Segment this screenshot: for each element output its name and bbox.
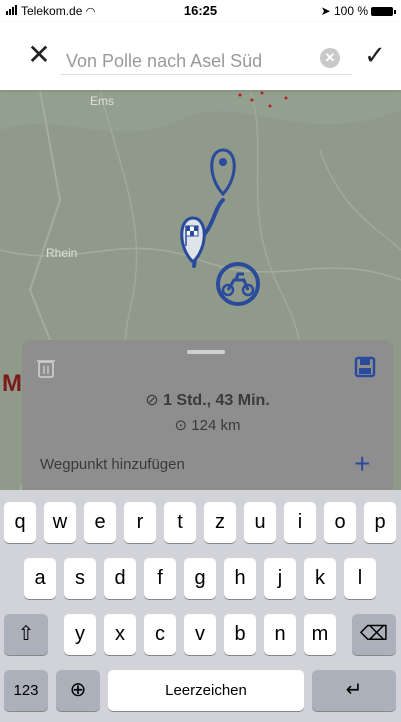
- key-x[interactable]: x: [104, 614, 136, 655]
- key-r[interactable]: r: [124, 502, 156, 543]
- key-d[interactable]: d: [104, 558, 136, 599]
- key-t[interactable]: t: [164, 502, 196, 543]
- backspace-key-icon[interactable]: ⌫: [352, 614, 396, 655]
- globe-key-icon[interactable]: ⊕: [56, 670, 100, 711]
- numbers-key[interactable]: 123: [4, 670, 48, 711]
- save-icon[interactable]: [354, 356, 376, 378]
- key-o[interactable]: o: [324, 502, 356, 543]
- clear-input-icon[interactable]: ✕: [320, 48, 340, 68]
- key-q[interactable]: q: [4, 502, 36, 543]
- key-s[interactable]: s: [64, 558, 96, 599]
- map-label-ems: Ems: [90, 94, 114, 108]
- key-p[interactable]: p: [364, 502, 396, 543]
- key-m[interactable]: m: [304, 614, 336, 655]
- battery-percent: 100 %: [333, 4, 368, 18]
- key-l[interactable]: l: [344, 558, 376, 599]
- clock-icon: ⊘: [145, 392, 159, 409]
- key-b[interactable]: b: [224, 614, 256, 655]
- route-duration: ⊘ 1 Std., 43 Min.: [22, 390, 393, 410]
- location-arrow-icon: ➤: [320, 4, 331, 18]
- key-w[interactable]: w: [44, 502, 76, 543]
- route-name-input[interactable]: [66, 48, 326, 74]
- key-g[interactable]: g: [184, 558, 216, 599]
- add-waypoint-label[interactable]: Wegpunkt hinzufügen: [40, 456, 185, 473]
- key-f[interactable]: f: [144, 558, 176, 599]
- distance-text: 124 km: [191, 417, 241, 434]
- battery-icon: [371, 7, 396, 17]
- onscreen-keyboard: q w e r t z u i o p a s d f g h j k l ⇧ …: [0, 490, 401, 722]
- trash-icon[interactable]: [36, 357, 56, 379]
- status-bar: Telekom.de ◠ 16:25 ➤ 100 %: [0, 0, 401, 22]
- key-v[interactable]: v: [184, 614, 216, 655]
- key-a[interactable]: a: [24, 558, 56, 599]
- input-underline: [60, 74, 352, 75]
- key-y[interactable]: y: [64, 614, 96, 655]
- return-key-icon[interactable]: ↵: [312, 670, 396, 711]
- key-c[interactable]: c: [144, 614, 176, 655]
- map-label-rhein: Rhein: [46, 246, 78, 260]
- location-pin-icon: ⊙: [174, 417, 188, 434]
- map-edge-marker: M: [2, 370, 22, 397]
- key-u[interactable]: u: [244, 502, 276, 543]
- title-bar: ✕ ✕ ✓: [0, 22, 401, 90]
- key-z[interactable]: z: [204, 502, 236, 543]
- add-waypoint-plus-icon[interactable]: +: [354, 448, 370, 480]
- key-j[interactable]: j: [264, 558, 296, 599]
- route-distance: ⊙ 124 km: [22, 416, 393, 434]
- key-e[interactable]: e: [84, 502, 116, 543]
- key-k[interactable]: k: [304, 558, 336, 599]
- battery-info: ➤ 100 %: [320, 4, 396, 18]
- route-panel: ⊘ 1 Std., 43 Min. ⊙ 124 km Wegpunkt hinz…: [22, 340, 393, 495]
- space-key[interactable]: Leerzeichen: [108, 670, 304, 711]
- key-h[interactable]: h: [224, 558, 256, 599]
- close-icon[interactable]: ✕: [22, 38, 56, 72]
- duration-text: 1 Std., 43 Min.: [163, 392, 270, 409]
- confirm-checkmark-icon[interactable]: ✓: [360, 40, 390, 70]
- drag-handle[interactable]: [187, 350, 225, 354]
- key-n[interactable]: n: [264, 614, 296, 655]
- key-i[interactable]: i: [284, 502, 316, 543]
- shift-key-icon[interactable]: ⇧: [4, 614, 48, 655]
